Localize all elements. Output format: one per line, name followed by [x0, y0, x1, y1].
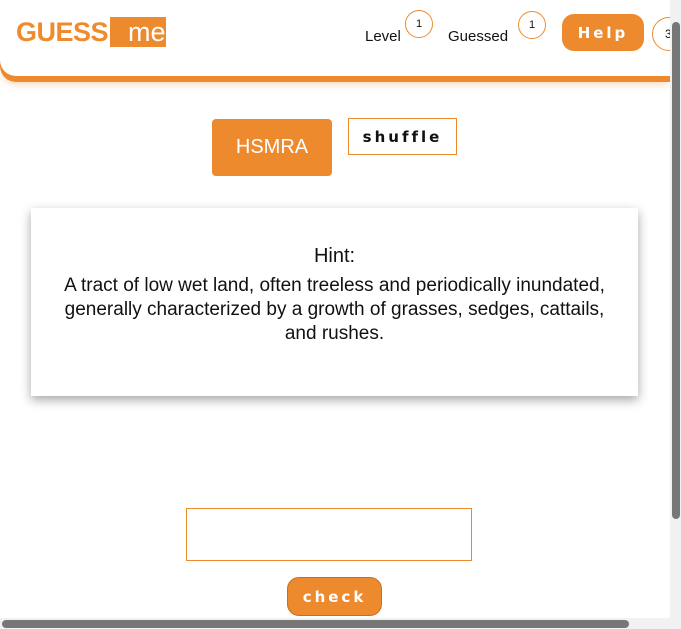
level-count-badge: 1	[405, 10, 433, 38]
check-button[interactable]: check	[287, 577, 382, 616]
logo-guess-text: GUESS	[16, 17, 109, 47]
scrambled-word: HSMRA	[212, 119, 332, 176]
hint-text: A tract of low wet land, often treeless …	[64, 275, 605, 344]
hint-card: Hint: A tract of low wet land, often tre…	[31, 208, 638, 396]
logo-me-text: me	[110, 17, 167, 47]
level-label: Level	[365, 28, 401, 45]
hint-title: Hint:	[313, 245, 356, 267]
header-bar: GUESS me Level 1 Guessed 1 Help 3	[0, 0, 681, 76]
horizontal-scrollbar-thumb[interactable]	[2, 620, 629, 628]
shuffle-button[interactable]: shuffle	[348, 118, 457, 155]
guessed-label: Guessed	[448, 28, 509, 45]
help-button[interactable]: Help	[562, 14, 644, 51]
answer-input[interactable]	[186, 508, 472, 561]
vertical-scrollbar-thumb[interactable]	[672, 22, 680, 519]
logo: GUESS me	[16, 17, 167, 47]
guessed-count-badge: 1	[518, 11, 546, 39]
